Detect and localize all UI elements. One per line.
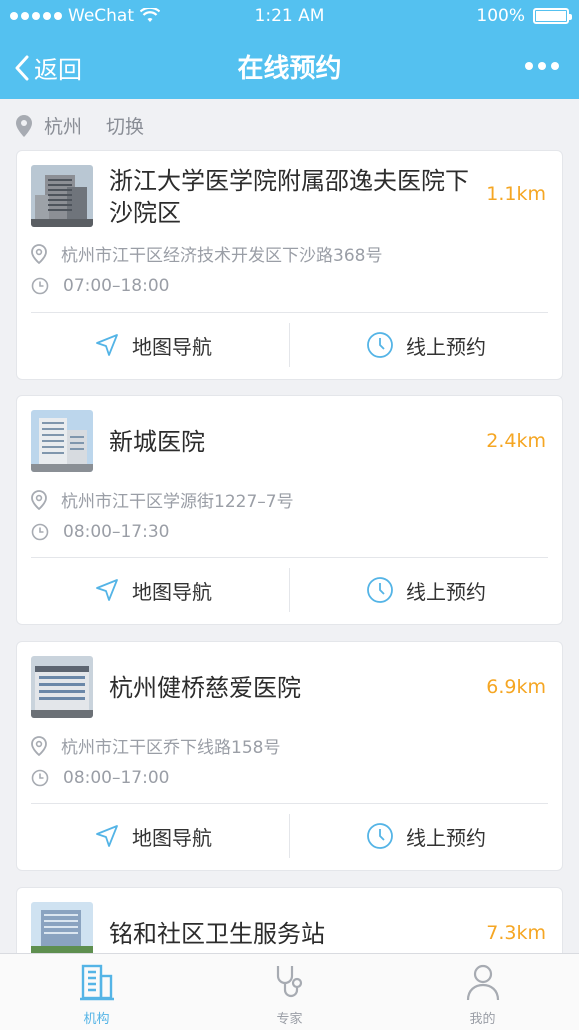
battery-percent: 100% [476, 6, 525, 26]
hospital-hours: 08:00–17:00 [63, 768, 170, 788]
city-label: 杭州 [44, 116, 83, 138]
tab-label: 专家 [276, 1012, 303, 1027]
hospital-card[interactable]: 杭州健桥慈爱医院 6.9km 杭州市江干区乔下线路158号 08:00–17:0… [16, 641, 563, 871]
hospital-distance: 1.1km [486, 183, 546, 205]
hospital-hours: 07:00–18:00 [63, 276, 170, 296]
hospital-card[interactable]: 浙江大学医学院附属邵逸夫医院下沙院区 1.1km 杭州市江干区经济技术开发区下沙… [16, 150, 563, 380]
status-right: 100% [476, 6, 572, 26]
clock-icon [31, 523, 49, 541]
tab-bar: 机构 专家 我的 [0, 953, 579, 1030]
hospital-card[interactable]: 新城医院 2.4km 杭州市江干区学源街1227–7号 08:00–17:30 … [16, 395, 563, 625]
switch-city-button[interactable]: 切换 [106, 112, 144, 139]
online-booking-button[interactable]: 线上预约 [290, 802, 562, 870]
hospital-thumbnail [31, 656, 93, 718]
navigation-arrow-icon [96, 334, 118, 356]
building-icon [79, 964, 114, 1001]
hospital-address: 杭州市江干区乔下线路158号 [61, 738, 281, 758]
clock-icon [31, 769, 49, 787]
location-pin-icon [16, 114, 32, 137]
person-icon [466, 964, 499, 1001]
hospital-address: 杭州市江干区学源街1227–7号 [61, 492, 294, 512]
hospital-name: 浙江大学医学院附属邵逸夫医院下沙院区 [109, 167, 469, 227]
tab-label: 机构 [83, 1012, 110, 1027]
map-navigation-button[interactable]: 地图导航 [17, 556, 289, 624]
hospital-address-row: 杭州市江干区经济技术开发区下沙路368号 [31, 241, 382, 266]
page-title: 在线预约 [237, 54, 342, 84]
location-pin-icon [31, 489, 47, 510]
stethoscope-icon [276, 966, 302, 998]
clock-icon [367, 823, 393, 849]
clock-icon [31, 277, 49, 295]
navigation-arrow-icon [96, 825, 118, 847]
hospital-address-row: 杭州市江干区学源街1227–7号 [31, 487, 294, 512]
tab-experts[interactable]: 专家 [193, 954, 386, 1030]
clock-icon [367, 332, 393, 358]
hospital-distance: 2.4km [486, 430, 546, 452]
tab-institutions[interactable]: 机构 [0, 954, 193, 1030]
online-booking-label: 线上预约 [406, 579, 486, 604]
card-actions: 地图导航 线上预约 [17, 311, 562, 379]
map-navigation-button[interactable]: 地图导航 [17, 311, 289, 379]
hospital-hours-row: 07:00–18:00 [31, 276, 169, 296]
hospital-name: 杭州健桥慈爱医院 [109, 674, 301, 702]
hospital-name: 铭和社区卫生服务站 [109, 920, 325, 948]
online-booking-button[interactable]: 线上预约 [290, 556, 562, 624]
hospital-hours: 08:00–17:30 [63, 522, 170, 542]
clock-icon [367, 577, 393, 603]
status-bar: WeChat 1:21 AM 100% [0, 0, 579, 32]
map-navigation-button[interactable]: 地图导航 [17, 802, 289, 870]
map-navigation-label: 地图导航 [132, 579, 212, 604]
more-icon[interactable] [525, 62, 559, 70]
map-navigation-label: 地图导航 [132, 825, 212, 850]
card-actions: 地图导航 线上预约 [17, 802, 562, 870]
hospital-hours-row: 08:00–17:30 [31, 522, 169, 542]
battery-icon [533, 8, 572, 24]
location-pin-icon [31, 243, 47, 264]
hospital-distance: 7.3km [486, 922, 546, 944]
location-pin-icon [31, 735, 47, 756]
hospital-distance: 6.9km [486, 676, 546, 698]
hospital-name: 新城医院 [109, 428, 205, 456]
hospital-thumbnail [31, 165, 93, 227]
card-actions: 地图导航 线上预约 [17, 556, 562, 624]
map-navigation-label: 地图导航 [132, 334, 212, 359]
hospital-address-row: 杭州市江干区乔下线路158号 [31, 733, 280, 758]
navigation-arrow-icon [96, 579, 118, 601]
top-bar: WeChat 1:21 AM 100% 返回 在线预约 [0, 0, 579, 99]
location-bar: 杭州 切换 [16, 112, 144, 139]
nav-bar: 返回 在线预约 [0, 32, 579, 99]
hospital-address: 杭州市江干区经济技术开发区下沙路368号 [61, 246, 383, 266]
online-booking-label: 线上预约 [406, 825, 486, 850]
online-booking-button[interactable]: 线上预约 [290, 311, 562, 379]
tab-profile[interactable]: 我的 [386, 954, 579, 1030]
online-booking-label: 线上预约 [406, 334, 486, 359]
tab-label: 我的 [469, 1012, 496, 1027]
hospital-hours-row: 08:00–17:00 [31, 768, 169, 788]
hospital-thumbnail [31, 410, 93, 472]
